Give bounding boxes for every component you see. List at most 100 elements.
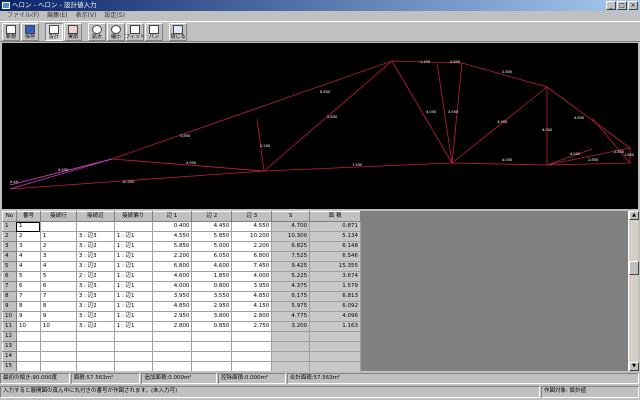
- cell-area[interactable]: [309, 341, 361, 352]
- cell-connect-row[interactable]: 7: [39, 291, 77, 302]
- cell-number[interactable]: 2: [15, 231, 41, 242]
- cell-edge-1[interactable]: 2.200: [151, 251, 193, 262]
- cell-s[interactable]: 10.300: [271, 231, 311, 242]
- cell-connect-row[interactable]: 1: [39, 231, 77, 242]
- cell-s[interactable]: [271, 361, 311, 371]
- table-row[interactable]: 13: [2, 341, 361, 352]
- cell-s[interactable]: 6.825: [271, 241, 311, 252]
- cell-connect-row[interactable]: 10: [39, 321, 77, 332]
- measure-button[interactable]: 実測: [64, 23, 82, 41]
- scroll-down-icon[interactable]: ▼: [629, 362, 639, 371]
- cell-connect-row[interactable]: 3: [39, 251, 77, 262]
- cell-connect-row[interactable]: [39, 341, 77, 352]
- cell-s[interactable]: [271, 341, 311, 352]
- cell-area[interactable]: 4.096: [309, 311, 361, 322]
- cell-number[interactable]: 6: [15, 281, 41, 292]
- cell-edge-1[interactable]: 3.950: [151, 291, 193, 302]
- cell-number[interactable]: 1: [15, 221, 41, 232]
- cell-connect-edge[interactable]: [75, 331, 115, 342]
- new-button[interactable]: 新規: [2, 23, 20, 41]
- cell-s[interactable]: [271, 351, 311, 362]
- close-window-button[interactable]: 閉じる: [169, 23, 187, 41]
- cell-connect-row[interactable]: 5: [39, 271, 77, 282]
- cell-number[interactable]: [15, 331, 41, 342]
- zoom-in-button[interactable]: 拡大: [88, 23, 106, 41]
- cell-connect-offset[interactable]: [113, 361, 153, 371]
- cell-connect-edge[interactable]: 3 : 辺3: [75, 251, 115, 262]
- table-row[interactable]: 6552 : 辺2 1 : 辺1 4.600 1.850 4.000 5.225 3.674: [2, 271, 361, 282]
- cell-s[interactable]: 4.775: [271, 311, 311, 322]
- cell-edge-3[interactable]: 4.550: [231, 221, 273, 232]
- cell-edge-3[interactable]: 6.800: [231, 251, 273, 262]
- cell-connect-offset[interactable]: [113, 331, 153, 342]
- table-row[interactable]: 12: [2, 331, 361, 342]
- cell-s[interactable]: [271, 331, 311, 342]
- cell-connect-edge[interactable]: 2 : 辺2: [75, 271, 115, 282]
- cell-connect-edge[interactable]: 3 : 辺2: [75, 301, 115, 312]
- cell-edge-2[interactable]: 0.800: [191, 281, 233, 292]
- scroll-up-icon[interactable]: ▲: [629, 211, 639, 220]
- cell-area[interactable]: 6.546: [309, 251, 361, 262]
- cell-number[interactable]: 9: [15, 311, 41, 322]
- cell-edge-2[interactable]: 3.550: [191, 291, 233, 302]
- cell-edge-2[interactable]: [191, 361, 233, 371]
- cell-edge-2[interactable]: 0.850: [191, 321, 233, 332]
- cell-edge-1[interactable]: 4.600: [151, 271, 193, 282]
- cell-area[interactable]: 5.134: [309, 231, 361, 242]
- cell-edge-3[interactable]: 3.950: [231, 281, 273, 292]
- menu-settings[interactable]: 設定(S): [100, 11, 129, 21]
- cell-edge-2[interactable]: 2.950: [191, 301, 233, 312]
- cell-edge-3[interactable]: 4.000: [231, 271, 273, 282]
- fit-button[interactable]: フィット: [125, 23, 145, 41]
- cell-connect-offset[interactable]: 1 : 辺1: [113, 311, 153, 322]
- cell-number[interactable]: [15, 341, 41, 352]
- grid-scrollbar[interactable]: ▲ ▼: [628, 211, 639, 371]
- cell-edge-2[interactable]: 5.850: [191, 231, 233, 242]
- cell-s[interactable]: 4.700: [271, 221, 311, 232]
- cell-edge-1[interactable]: [151, 351, 193, 362]
- cell-connect-edge[interactable]: 3 : 辺2: [75, 241, 115, 252]
- menu-view[interactable]: 表示(V): [72, 11, 101, 21]
- cell-connect-edge[interactable]: 3 : 辺3: [75, 291, 115, 302]
- development-drawing-canvas[interactable]: 1.450 0.850 2.800 6.850 4.050 3.550 5.85…: [2, 43, 638, 209]
- cell-connect-offset[interactable]: 1 : 辺1: [113, 231, 153, 242]
- triangle-grid[interactable]: No 番号 接続行 接続辺 接続偏り 辺 1 辺 2 辺 3 S 面 積 110…: [2, 211, 361, 371]
- cell-edge-2[interactable]: [191, 351, 233, 362]
- cell-area[interactable]: 0.871: [309, 221, 361, 232]
- cell-edge-3[interactable]: 2.750: [231, 321, 273, 332]
- cell-edge-2[interactable]: [191, 341, 233, 352]
- cell-edge-3[interactable]: 4.850: [231, 291, 273, 302]
- cell-edge-1[interactable]: 2.800: [151, 321, 193, 332]
- pan-button[interactable]: パン: [145, 23, 163, 41]
- cell-edge-2[interactable]: 1.850: [191, 271, 233, 282]
- cell-number[interactable]: [15, 361, 41, 371]
- cell-connect-row[interactable]: [39, 351, 77, 362]
- menu-file[interactable]: ファイル(F): [3, 11, 43, 21]
- cell-area[interactable]: 15.355: [309, 261, 361, 272]
- cell-connect-offset[interactable]: [113, 351, 153, 362]
- cell-connect-edge[interactable]: 3 : 辺2: [75, 261, 115, 272]
- table-row[interactable]: 9883 : 辺2 1 : 辺1 4.850 2.950 4.150 5.975 6.092: [2, 301, 361, 312]
- cell-number[interactable]: 4: [15, 261, 41, 272]
- cell-edge-3[interactable]: 7.450: [231, 261, 273, 272]
- cell-connect-edge[interactable]: 3 : 辺2: [75, 321, 115, 332]
- cell-connect-offset[interactable]: 1 : 辺1: [113, 281, 153, 292]
- cell-connect-edge[interactable]: 3 : 辺3: [75, 281, 115, 292]
- cell-connect-offset[interactable]: 1 : 辺1: [113, 291, 153, 302]
- cell-s[interactable]: 5.975: [271, 301, 311, 312]
- cell-edge-3[interactable]: [231, 361, 273, 371]
- table-row[interactable]: 11 10 10 3 : 辺2 1 : 辺1 2.800 0.850 2.750 3.200 1.…: [2, 321, 361, 332]
- cell-s[interactable]: 5.225: [271, 271, 311, 282]
- cell-connect-edge[interactable]: [75, 351, 115, 362]
- cell-edge-1[interactable]: 4.000: [151, 281, 193, 292]
- cell-edge-2[interactable]: 4.600: [191, 261, 233, 272]
- cell-connect-offset[interactable]: 1 : 辺1: [113, 261, 153, 272]
- cell-number[interactable]: 4: [15, 251, 41, 262]
- close-button[interactable]: ×: [628, 1, 638, 10]
- cell-edge-3[interactable]: 10.200: [231, 231, 273, 242]
- cell-connect-offset[interactable]: 1 : 辺1: [113, 241, 153, 252]
- cell-area[interactable]: [309, 361, 361, 371]
- cell-edge-1[interactable]: 2.950: [151, 311, 193, 322]
- cell-edge-3[interactable]: 2.200: [231, 241, 273, 252]
- cell-connect-row[interactable]: 2: [39, 241, 77, 252]
